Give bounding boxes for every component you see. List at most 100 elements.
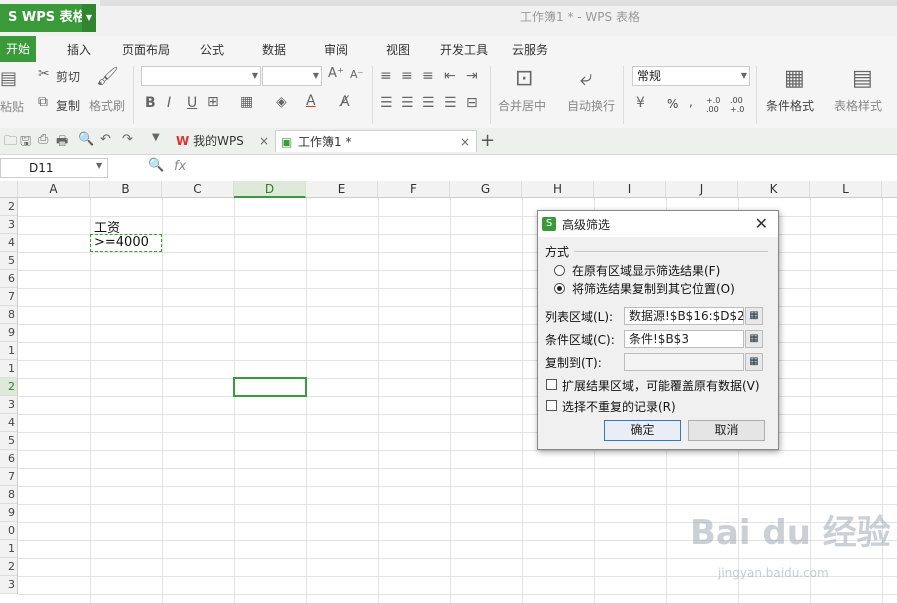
criteria-range-input[interactable]: 条件!$B$3 xyxy=(624,330,744,348)
increase-font-icon[interactable]: A⁺ xyxy=(328,66,344,81)
cancel-button[interactable]: 取消 xyxy=(688,420,765,441)
row-header[interactable]: 1 xyxy=(0,342,18,360)
row-header[interactable]: 5 xyxy=(0,252,18,270)
row-header[interactable]: 8 xyxy=(0,306,18,324)
cut-button[interactable]: 剪切 xyxy=(56,68,80,85)
name-box[interactable]: D11 xyxy=(0,158,108,178)
tab-developer[interactable]: 开发工具 xyxy=(440,41,488,58)
tab-cloud[interactable]: 云服务 xyxy=(512,41,548,58)
comma-button[interactable]: , xyxy=(689,95,693,109)
row-header[interactable]: 5 xyxy=(0,432,18,450)
active-cell-d11[interactable] xyxy=(233,377,307,397)
expand-range-label[interactable]: 扩展结果区域，可能覆盖原有数据(V) xyxy=(562,377,760,394)
distribute-icon[interactable]: ⊟ xyxy=(466,95,478,111)
row-header[interactable]: 7 xyxy=(0,288,18,306)
select-all-corner[interactable] xyxy=(0,181,18,198)
preview-icon[interactable]: 🔍 xyxy=(78,132,94,147)
align-top-icon[interactable]: ≡ xyxy=(380,68,392,84)
range-picker-icon[interactable]: ▦ xyxy=(745,330,763,348)
currency-icon[interactable]: ¥ xyxy=(636,95,645,111)
print-icon[interactable]: 🖶 xyxy=(56,132,68,154)
row-header[interactable]: 9 xyxy=(0,504,18,522)
column-header-f[interactable]: F xyxy=(378,181,450,198)
close-icon[interactable]: ✕ xyxy=(755,214,768,233)
add-tab-button[interactable]: + xyxy=(480,130,495,152)
radio-copy-to-location[interactable] xyxy=(554,283,565,294)
row-header[interactable]: 2 xyxy=(0,558,18,576)
save-icon[interactable]: 🖫 xyxy=(20,132,31,154)
print-preview-icon[interactable]: ⎙ xyxy=(38,132,48,147)
column-header-j[interactable]: J xyxy=(666,181,738,198)
quick-access-dropdown-icon[interactable]: ▼ xyxy=(152,132,160,143)
close-icon[interactable]: × xyxy=(259,130,269,152)
table-style-button[interactable]: 表格样式 xyxy=(834,97,882,114)
paste-icon[interactable]: ▤ xyxy=(0,68,17,89)
font-color-icon[interactable]: A xyxy=(306,93,316,109)
expand-range-checkbox[interactable] xyxy=(546,379,557,390)
list-range-input[interactable]: 数据源!$B$16:$D$24$ xyxy=(624,307,744,325)
merge-center-button[interactable]: 合并居中 xyxy=(498,97,546,114)
column-header-e[interactable]: E xyxy=(306,181,378,198)
tab-data[interactable]: 数据 xyxy=(262,41,286,58)
option-copy-to-location[interactable]: 将筛选结果复制到其它位置(O) xyxy=(572,280,735,297)
row-header-selected[interactable]: 2 xyxy=(0,378,18,396)
column-header-c[interactable]: C xyxy=(162,181,234,198)
decrease-font-icon[interactable]: A⁻ xyxy=(350,68,363,81)
column-header-b[interactable]: B xyxy=(90,181,162,198)
fx-button[interactable]: fx xyxy=(174,159,186,174)
chevron-down-icon[interactable]: ▼ xyxy=(96,161,102,170)
decrease-decimal-button[interactable]: .00 +.0 xyxy=(730,96,750,114)
align-bottom-icon[interactable]: ≡ xyxy=(422,68,434,84)
column-header-l[interactable]: L xyxy=(810,181,882,198)
tab-review[interactable]: 审阅 xyxy=(324,41,348,58)
row-header[interactable]: 2 xyxy=(0,198,18,216)
column-header-i[interactable]: I xyxy=(594,181,666,198)
tab-formula[interactable]: 公式 xyxy=(200,41,224,58)
folder-icon[interactable]: 🗀 xyxy=(4,132,17,154)
chevron-down-icon[interactable]: ▼ xyxy=(82,4,96,32)
indent-increase-icon[interactable]: ⇥ xyxy=(466,68,478,84)
fill-color-icon[interactable]: ◈ xyxy=(276,94,287,110)
tab-view[interactable]: 视图 xyxy=(386,41,410,58)
column-header-k[interactable]: K xyxy=(738,181,810,198)
tab-my-wps[interactable]: W 我的WPS xyxy=(176,130,244,152)
justify-icon[interactable]: ☰ xyxy=(444,95,457,111)
unique-records-checkbox[interactable] xyxy=(546,400,557,411)
row-header[interactable]: 9 xyxy=(0,324,18,342)
format-painter-button[interactable]: 格式刷 xyxy=(89,97,125,114)
row-header[interactable]: 8 xyxy=(0,486,18,504)
border-icon[interactable]: ⊞ xyxy=(207,94,219,110)
radio-show-in-place[interactable] xyxy=(554,265,565,276)
row-header[interactable]: 4 xyxy=(0,414,18,432)
percent-button[interactable]: % xyxy=(667,97,678,111)
unique-records-label[interactable]: 选择不重复的记录(R) xyxy=(562,398,676,415)
bold-icon[interactable]: B xyxy=(145,95,156,111)
row-header[interactable]: 4 xyxy=(0,234,18,252)
option-show-in-place[interactable]: 在原有区域显示筛选结果(F) xyxy=(572,262,720,279)
row-header[interactable]: 6 xyxy=(0,270,18,288)
wps-logo-button[interactable]: S WPS 表格 ▼ xyxy=(0,4,96,32)
tab-home[interactable]: 开始 xyxy=(0,36,37,62)
align-left-icon[interactable]: ☰ xyxy=(380,95,393,111)
align-right-icon[interactable]: ☰ xyxy=(422,95,435,111)
column-header-h[interactable]: H xyxy=(522,181,594,198)
underline-icon[interactable]: U xyxy=(187,95,197,111)
align-middle-icon[interactable]: ≡ xyxy=(401,68,413,84)
ok-button[interactable]: 确定 xyxy=(604,420,681,441)
indent-decrease-icon[interactable]: ⇤ xyxy=(444,68,456,84)
column-header-d[interactable]: D xyxy=(234,181,306,198)
align-center-icon[interactable]: ☰ xyxy=(401,95,414,111)
row-header[interactable]: 3 xyxy=(0,576,18,594)
row-header[interactable]: 7 xyxy=(0,468,18,486)
row-header[interactable]: 3 xyxy=(0,396,18,414)
italic-icon[interactable]: I xyxy=(167,95,171,111)
grid-border-icon[interactable]: ▦ xyxy=(240,94,253,110)
row-header[interactable]: 3 xyxy=(0,216,18,234)
zoom-icon[interactable]: 🔍 xyxy=(148,158,164,173)
increase-decimal-button[interactable]: +.0 .00 xyxy=(706,96,726,114)
column-header-g[interactable]: G xyxy=(450,181,522,198)
font-size-select[interactable]: ▼ xyxy=(262,66,322,86)
range-picker-icon[interactable]: ▦ xyxy=(745,307,763,325)
row-header[interactable]: 0 xyxy=(0,522,18,540)
row-header[interactable]: 6 xyxy=(0,450,18,468)
